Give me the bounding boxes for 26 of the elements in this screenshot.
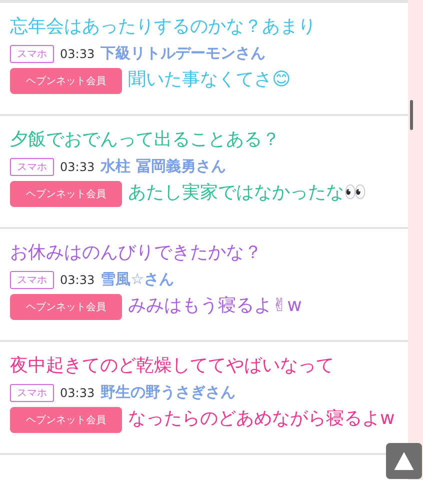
- member-button[interactable]: ヘブンネット会員: [10, 181, 122, 207]
- device-badge: スマホ: [10, 384, 54, 402]
- post-time: 03:33: [60, 46, 95, 60]
- caption-text: 夕飯でおでんって出ることある？: [10, 128, 280, 152]
- post-time: 03:33: [60, 386, 95, 400]
- caption-text: なったらのどあめながら寝るよw: [128, 407, 395, 431]
- post-time: 03:33: [60, 160, 95, 174]
- up-arrow-icon: [394, 452, 414, 470]
- device-badge: スマホ: [10, 270, 54, 288]
- caption-text: 忘年会はあったりするのかな？あまり: [10, 15, 316, 39]
- caption-text: あたし実家ではなかったな👀: [128, 181, 366, 205]
- user-name[interactable]: 水柱 冨岡義勇さん: [100, 157, 226, 176]
- user-name[interactable]: 野生の野うさぎさん: [100, 383, 236, 402]
- device-badge: スマホ: [10, 158, 54, 176]
- caption-text: お休みはのんびりできたかな？: [10, 241, 262, 265]
- member-button[interactable]: ヘブンネット会員: [10, 68, 122, 94]
- post-time: 03:33: [60, 272, 95, 286]
- user-name[interactable]: 下級リトルデーモンさん: [100, 44, 266, 63]
- caption-text: みみはもう寝るよ✌w: [128, 294, 302, 318]
- back-to-top-button[interactable]: [386, 443, 422, 479]
- caption-text: 夜中起きてのど乾燥しててやばいなって: [10, 354, 334, 378]
- caption-text: 聞いた事なくてさ😊: [128, 68, 291, 92]
- member-button[interactable]: ヘブンネット会員: [10, 294, 122, 320]
- user-name[interactable]: 雪風☆さん: [100, 270, 174, 289]
- member-button[interactable]: ヘブンネット会員: [10, 407, 122, 433]
- device-badge: スマホ: [10, 44, 54, 62]
